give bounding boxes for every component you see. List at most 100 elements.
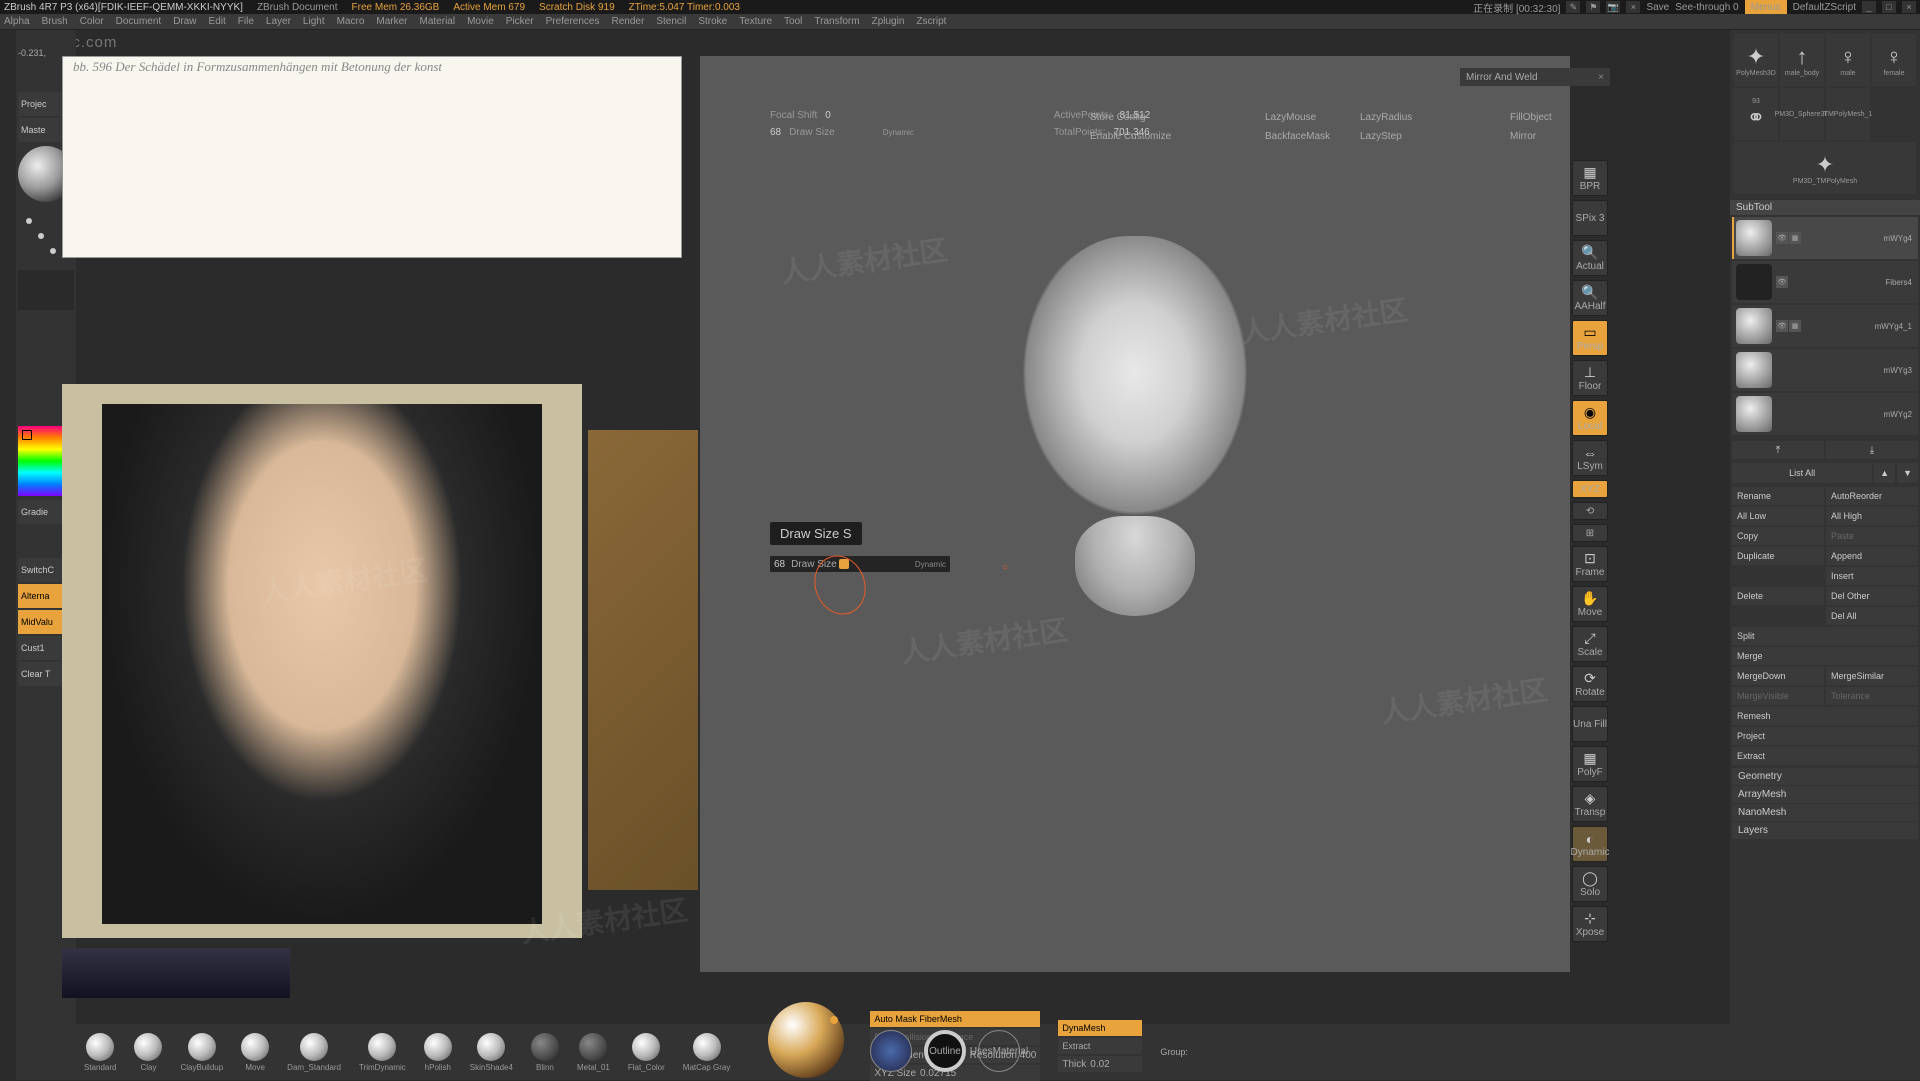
draw-size-value[interactable]: 68 xyxy=(770,127,781,138)
tool-tmpolymesh1[interactable]: TMPolyMesh_1 xyxy=(1826,88,1870,140)
nanomesh-accordion[interactable]: NanoMesh xyxy=(1732,804,1918,821)
dock-persp[interactable]: ▭Persp xyxy=(1572,320,1608,356)
menu-stroke[interactable]: Stroke xyxy=(698,16,727,27)
insert-button[interactable]: Insert xyxy=(1826,567,1918,585)
layers-accordion[interactable]: Layers xyxy=(1732,822,1918,839)
subtool-up-all[interactable]: ⤒ xyxy=(1732,441,1824,459)
dock-rotate[interactable]: ⟳Rotate xyxy=(1572,666,1608,702)
menu-preferences[interactable]: Preferences xyxy=(546,16,600,27)
auto-mask-fibermesh[interactable]: Auto Mask FiberMesh xyxy=(870,1011,1040,1027)
dock-local[interactable]: ◉Local xyxy=(1572,400,1608,436)
menus-button[interactable]: Menus xyxy=(1745,0,1787,14)
material-metal01[interactable]: Metal_01 xyxy=(577,1033,610,1072)
all-low-button[interactable]: All Low xyxy=(1732,507,1824,525)
focal-shift-value[interactable]: 0 xyxy=(825,110,831,121)
dock-unafill[interactable]: Una Fill xyxy=(1572,706,1608,742)
circle-usesmaterial[interactable]: UsesMaterial xyxy=(978,1030,1020,1072)
viewport-3d[interactable] xyxy=(700,56,1570,972)
geometry-accordion[interactable]: Geometry xyxy=(1732,768,1918,785)
lazymouse-button[interactable]: LazyMouse xyxy=(1265,112,1330,123)
merge-similar-button[interactable]: MergeSimilar xyxy=(1826,667,1918,685)
merge-section[interactable]: Merge xyxy=(1732,647,1918,665)
menu-light[interactable]: Light xyxy=(303,16,325,27)
menu-movie[interactable]: Movie xyxy=(467,16,494,27)
alpha-slot[interactable] xyxy=(18,270,74,310)
mirror-button[interactable]: Mirror xyxy=(1510,131,1552,142)
circle-outline[interactable]: Outline xyxy=(924,1030,966,1072)
split-section[interactable]: Split xyxy=(1732,627,1918,645)
del-all-button[interactable]: Del All xyxy=(1826,607,1918,625)
material-skinshade4[interactable]: SkinShade4 xyxy=(470,1033,513,1072)
fill-object-button[interactable]: FillObject xyxy=(1510,112,1552,123)
groups-label[interactable]: Group: xyxy=(1160,1047,1188,1057)
tolerance-button[interactable]: Tolerance xyxy=(1826,687,1918,705)
dock-lsym[interactable]: ⇔LSym xyxy=(1572,440,1608,476)
brush-dam-standard[interactable]: Dam_Standard xyxy=(287,1033,341,1072)
dock-floor[interactable]: ⊥Floor xyxy=(1572,360,1608,396)
subtool-down[interactable]: ▼ xyxy=(1897,463,1918,483)
menu-stencil[interactable]: Stencil xyxy=(656,16,686,27)
dock-blank1[interactable]: ⟲ xyxy=(1572,502,1608,520)
dock-aahalf[interactable]: 🔍AAHalf xyxy=(1572,280,1608,316)
project-section[interactable]: Project xyxy=(1732,727,1918,745)
dock-actual[interactable]: 🔍Actual xyxy=(1572,240,1608,276)
tool-93[interactable]: 93⚭ xyxy=(1734,88,1778,140)
remesh-section[interactable]: Remesh xyxy=(1732,707,1918,725)
dock-transp[interactable]: ◈Transp xyxy=(1572,786,1608,822)
mirror-and-weld-button[interactable]: Mirror And Weld × xyxy=(1460,68,1610,86)
subtool-item-3[interactable]: mWYg3 xyxy=(1732,349,1918,391)
material-matcap-gray[interactable]: MatCap Gray xyxy=(683,1033,731,1072)
subtool-header[interactable]: SubTool xyxy=(1730,200,1920,215)
tool-pm3d-tmpolymesh[interactable]: ✦PM3D_TMPolyMesh xyxy=(1734,142,1916,194)
all-high-button[interactable]: All High xyxy=(1826,507,1918,525)
menu-zscript[interactable]: Zscript xyxy=(916,16,946,27)
menu-marker[interactable]: Marker xyxy=(376,16,407,27)
brush-clay[interactable]: Clay xyxy=(134,1033,162,1072)
store-config-button[interactable]: Store Config xyxy=(1090,112,1171,123)
dock-xyz[interactable]: XYZ xyxy=(1572,480,1608,498)
menu-edit[interactable]: Edit xyxy=(209,16,226,27)
left-tray-handle[interactable] xyxy=(0,30,16,1080)
brush-standard[interactable]: Standard xyxy=(84,1033,116,1072)
current-material-preview[interactable] xyxy=(768,1002,844,1078)
tool-male[interactable]: ♀male xyxy=(1826,34,1870,86)
menu-texture[interactable]: Texture xyxy=(739,16,772,27)
brush-hpolish[interactable]: hPolish xyxy=(424,1033,452,1072)
dock-frame[interactable]: ⊡Frame xyxy=(1572,546,1608,582)
merge-down-button[interactable]: MergeDown xyxy=(1732,667,1824,685)
brush-claybuildup[interactable]: ClayBuildup xyxy=(180,1033,223,1072)
menu-material[interactable]: Material xyxy=(420,16,456,27)
append-button[interactable]: Append xyxy=(1826,547,1918,565)
menu-tool[interactable]: Tool xyxy=(784,16,802,27)
menu-file[interactable]: File xyxy=(238,16,254,27)
dock-bpr[interactable]: ▦BPR xyxy=(1572,160,1608,196)
material-blinn[interactable]: Blinn xyxy=(531,1033,559,1072)
brush-move[interactable]: Move xyxy=(241,1033,269,1072)
del-other-button[interactable]: Del Other xyxy=(1826,587,1918,605)
subtool-up[interactable]: ▲ xyxy=(1874,463,1895,483)
menu-macro[interactable]: Macro xyxy=(337,16,365,27)
menu-alpha[interactable]: Alpha xyxy=(4,16,30,27)
tool-male-body[interactable]: ↑male_body xyxy=(1780,34,1824,86)
close-icon[interactable]: × xyxy=(1598,72,1604,83)
menu-brush[interactable]: Brush xyxy=(42,16,68,27)
dock-dynamic[interactable]: ◐Dynamic xyxy=(1572,826,1608,862)
window-close-icon[interactable]: × xyxy=(1902,1,1916,13)
thick-row[interactable]: Thick 0.02 xyxy=(1058,1056,1142,1072)
tool-sphere3d[interactable]: PM3D_Sphere3D xyxy=(1780,88,1824,140)
menu-document[interactable]: Document xyxy=(116,16,162,27)
window-max-icon[interactable]: □ xyxy=(1882,1,1896,13)
tool-female[interactable]: ♀female xyxy=(1872,34,1916,86)
dynamesh-button[interactable]: DynaMesh xyxy=(1058,1020,1142,1036)
duplicate-button[interactable]: Duplicate xyxy=(1732,547,1824,565)
circle-blue-icon[interactable] xyxy=(870,1030,912,1072)
close-rec-icon[interactable]: × xyxy=(1626,1,1640,13)
material-flat-color[interactable]: Flat_Color xyxy=(628,1033,665,1072)
menu-draw[interactable]: Draw xyxy=(173,16,196,27)
save-label[interactable]: Save xyxy=(1646,2,1669,13)
menu-layer[interactable]: Layer xyxy=(266,16,291,27)
tool-polymesh3d[interactable]: ✦PolyMesh3D xyxy=(1734,34,1778,86)
dock-blank2[interactable]: ⊞ xyxy=(1572,524,1608,542)
list-all-button[interactable]: List All xyxy=(1732,463,1872,483)
menu-render[interactable]: Render xyxy=(612,16,645,27)
